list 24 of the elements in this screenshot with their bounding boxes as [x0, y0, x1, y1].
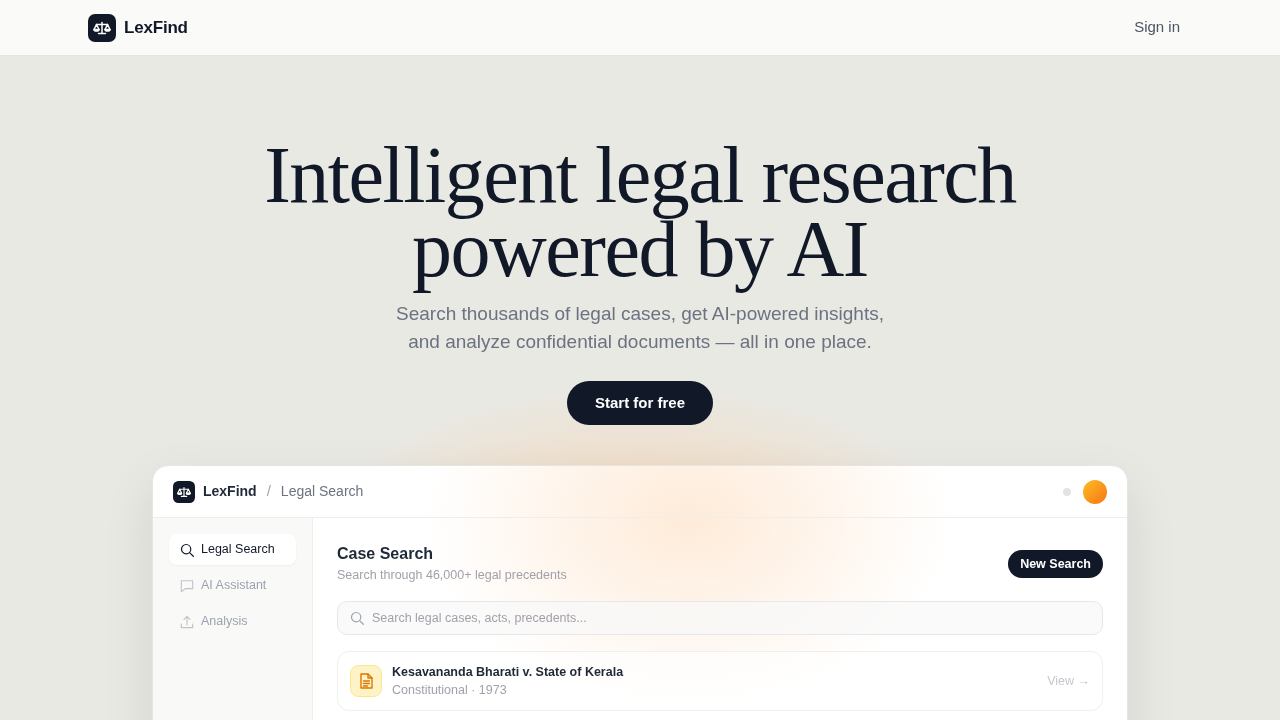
- section-subtitle: Search through 46,000+ legal precedents: [337, 567, 567, 584]
- hero-subtitle: Search thousands of legal cases, get AI-powered insights, and analyze confidential documents — all in one place.: [395, 302, 885, 354]
- case-meta: Constitutional · 1973: [392, 682, 508, 699]
- start-button[interactable]: Start for free: [567, 381, 713, 425]
- dot-icon: [1063, 487, 1071, 496]
- search-field[interactable]: Search legal cases, acts, precedents...: [337, 601, 1103, 635]
- new-search-button[interactable]: New Search: [1008, 550, 1103, 578]
- scales-logo-icon: [88, 13, 116, 42]
- hero-heading: Intelligent legal research powered by AI: [263, 138, 1018, 295]
- breadcrumb-separator: /: [266, 481, 271, 502]
- app-brand-name: LexFind: [203, 482, 257, 501]
- search-icon: [180, 542, 194, 557]
- chat-bubble-icon: [180, 578, 194, 593]
- document-icon: [350, 665, 382, 697]
- breadcrumb-page: Legal Search: [280, 482, 364, 501]
- upload-icon: [180, 614, 194, 629]
- case-title: Kesavananda Bharati v. State of Kerala: [392, 664, 625, 681]
- sign-in-link[interactable]: Sign in: [1122, 10, 1192, 45]
- sidebar-item[interactable]: Legal Search: [169, 534, 296, 565]
- search-icon: [350, 611, 364, 625]
- scales-logo-icon: [173, 480, 195, 503]
- section-title: Case Search: [337, 544, 435, 564]
- avatar-icon: [1083, 479, 1107, 504]
- brand-name: LexFind: [124, 16, 188, 39]
